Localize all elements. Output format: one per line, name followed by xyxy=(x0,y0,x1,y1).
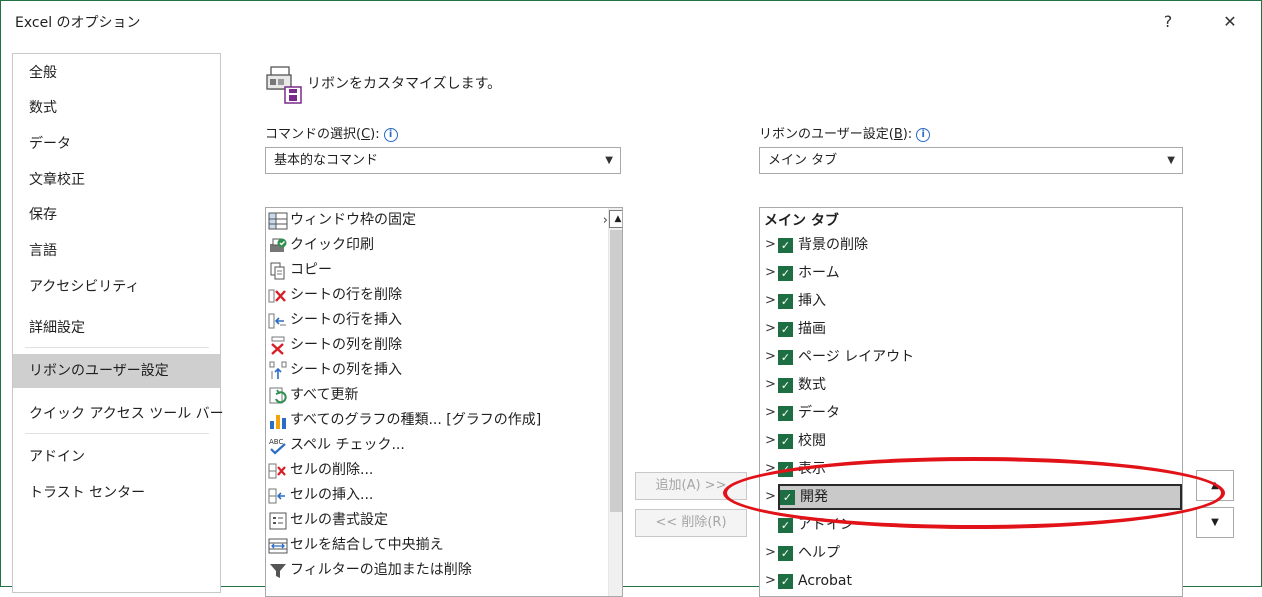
scroll-thumb[interactable] xyxy=(610,230,622,512)
checkbox[interactable]: ✓ xyxy=(778,350,793,365)
move-up-button[interactable]: ▲ xyxy=(1196,470,1234,501)
tree-item[interactable]: > ✓ 表示 xyxy=(760,456,1181,482)
nav-item-save[interactable]: 保存 xyxy=(13,198,220,232)
insert-row-icon xyxy=(268,313,286,329)
checkbox[interactable]: ✓ xyxy=(778,322,793,337)
checkbox[interactable]: ✓ xyxy=(778,518,793,533)
remove-button[interactable]: << 削除(R) xyxy=(635,509,747,537)
delete-cells-icon xyxy=(268,463,286,479)
nav-item-general[interactable]: 全般 xyxy=(13,56,220,90)
tree-item[interactable]: ✓ アドイン xyxy=(760,512,1181,538)
nav-divider xyxy=(25,347,209,348)
move-down-button[interactable]: ▼ xyxy=(1196,507,1234,538)
customize-ribbon-icon xyxy=(266,66,302,104)
chart-icon xyxy=(270,415,286,429)
delete-row-icon xyxy=(268,289,286,303)
window-title: Excel のオプション xyxy=(15,15,141,31)
expand-chevron-icon[interactable]: > xyxy=(765,232,776,258)
expand-chevron-icon[interactable]: > xyxy=(765,568,776,594)
checkbox[interactable]: ✓ xyxy=(778,406,793,421)
tree-item[interactable]: > ✓ ホーム xyxy=(760,260,1181,286)
up-arrow-icon: ▲ xyxy=(1211,480,1219,491)
dropdown-arrow-icon: ▼ xyxy=(605,155,613,166)
page-heading: リボンをカスタマイズします。 xyxy=(307,76,502,92)
nav-item-accessibility[interactable]: アクセシビリティ xyxy=(13,270,220,304)
nav-item-data[interactable]: データ xyxy=(13,127,220,161)
checkbox[interactable]: ✓ xyxy=(778,434,793,449)
tree-item[interactable]: > ✓ ページ レイアウト xyxy=(760,344,1181,370)
tree-item[interactable]: > ✓ データ xyxy=(760,400,1181,426)
insert-cells-icon xyxy=(268,488,285,504)
choose-commands-label: コマンドの選択(C): i xyxy=(265,123,398,142)
title-bar: Excel のオプション ? ✕ xyxy=(1,1,1261,43)
expand-chevron-icon[interactable]: > xyxy=(765,316,776,342)
tree-item[interactable]: > ✓ 背景の削除 xyxy=(760,232,1181,258)
filter-icon xyxy=(270,564,286,578)
info-icon: i xyxy=(916,128,931,142)
checkbox[interactable]: ✓ xyxy=(778,266,793,281)
refresh-all-icon xyxy=(269,387,287,404)
choose-commands-dropdown[interactable]: 基本的なコマンド ▼ xyxy=(265,147,621,174)
nav-item-proofing[interactable]: 文章校正 xyxy=(13,163,220,197)
dropdown-arrow-icon: ▼ xyxy=(1167,155,1175,166)
tree-item[interactable]: > ✓ ヘルプ xyxy=(760,540,1181,566)
expand-chevron-icon[interactable]: > xyxy=(765,456,776,482)
list-item[interactable]: ウィンドウ枠の固定 › xyxy=(268,208,608,233)
commands-scrollbar[interactable]: ▲ xyxy=(608,208,622,596)
freeze-panes-icon xyxy=(268,212,288,230)
customize-ribbon-dropdown[interactable]: メイン タブ ▼ xyxy=(759,147,1183,174)
expand-chevron-icon[interactable]: > xyxy=(765,344,776,370)
tree-item[interactable]: > ✓ 描画 xyxy=(760,316,1181,342)
help-button[interactable]: ? xyxy=(1153,9,1183,35)
expand-chevron-icon[interactable]: > xyxy=(765,400,776,426)
nav-item-advanced[interactable]: 詳細設定 xyxy=(13,311,220,345)
commands-list[interactable]: ウィンドウ枠の固定 › クイック印刷 コピー シートの行を削除 シートの行を挿入… xyxy=(265,207,623,597)
expand-chevron-icon[interactable]: > xyxy=(765,540,776,566)
tree-item[interactable]: > ✓ 数式 xyxy=(760,372,1181,398)
add-button[interactable]: 追加(A) >> xyxy=(635,472,747,500)
tree-item-developer-selected[interactable]: ✓ 開発 xyxy=(778,484,1182,510)
insert-column-icon xyxy=(269,361,287,379)
close-button[interactable]: ✕ xyxy=(1215,9,1245,35)
expand-chevron-icon[interactable]: > xyxy=(765,428,776,454)
checkbox[interactable]: ✓ xyxy=(778,546,793,561)
quick-print-icon xyxy=(270,238,287,252)
expand-chevron-icon[interactable]: > xyxy=(765,372,776,398)
merge-center-icon xyxy=(268,538,288,554)
customize-ribbon-label: リボンのユーザー設定(B): i xyxy=(759,123,931,142)
checkbox[interactable]: ✓ xyxy=(778,238,793,253)
ribbon-tabs-tree[interactable]: メイン タブ > ✓ 背景の削除 > ✓ ホーム > ✓ 挿入 > ✓ 描画 > ✓ ページ レイア… xyxy=(759,207,1183,597)
nav-item-trust-center[interactable]: トラスト センター xyxy=(13,476,220,510)
expand-chevron-icon[interactable]: > xyxy=(765,288,776,314)
delete-column-icon xyxy=(271,336,285,355)
checkbox[interactable]: ✓ xyxy=(778,294,793,309)
checkbox[interactable]: ✓ xyxy=(780,490,795,505)
nav-item-quick-access-toolbar[interactable]: クイック アクセス ツール バー xyxy=(13,397,224,431)
expand-chevron-icon[interactable]: > xyxy=(765,484,776,510)
nav-divider xyxy=(25,433,209,434)
expand-chevron-icon[interactable]: > xyxy=(765,260,776,286)
down-arrow-icon: ▼ xyxy=(1211,517,1219,528)
info-icon: i xyxy=(383,128,398,142)
svg-text:ABC: ABC xyxy=(269,438,283,446)
nav-item-language[interactable]: 言語 xyxy=(13,234,220,268)
nav-item-customize-ribbon[interactable]: リボンのユーザー設定 xyxy=(13,354,220,388)
checkbox[interactable]: ✓ xyxy=(778,462,793,477)
checkbox[interactable]: ✓ xyxy=(778,378,793,393)
tree-item[interactable]: > ✓ 校閲 xyxy=(760,428,1181,454)
nav-item-addins[interactable]: アドイン xyxy=(13,440,220,474)
spelling-icon: ABC xyxy=(269,438,286,455)
tree-header: メイン タブ xyxy=(764,213,839,229)
excel-options-dialog: Excel のオプション ? ✕ 全般 数式 データ 文章校正 保存 言語 アク… xyxy=(0,0,1262,597)
tree-item[interactable]: > ✓ Acrobat xyxy=(760,568,1181,594)
tree-item[interactable]: > ✓ 挿入 xyxy=(760,288,1181,314)
scroll-up-arrow-icon[interactable]: ▲ xyxy=(609,210,622,228)
format-cells-icon xyxy=(269,512,287,530)
options-nav: 全般 数式 データ 文章校正 保存 言語 アクセシビリティ 詳細設定 リボンのユ… xyxy=(12,53,224,593)
nav-item-formulas[interactable]: 数式 xyxy=(13,91,220,125)
copy-icon xyxy=(270,262,285,280)
